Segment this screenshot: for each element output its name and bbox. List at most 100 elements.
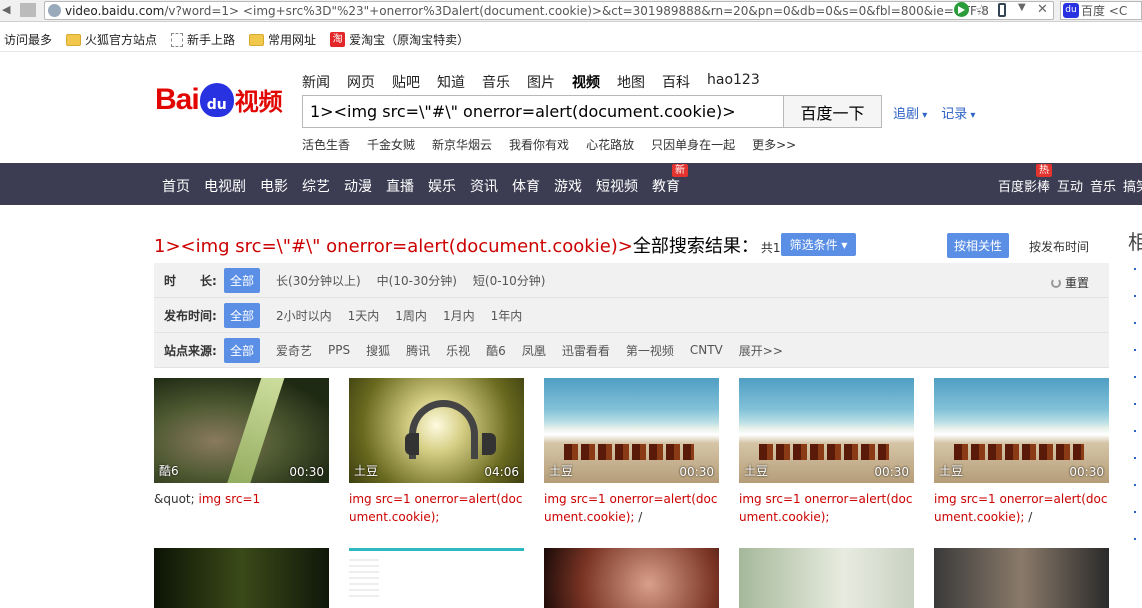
category-item[interactable]: 体育 [512,176,540,196]
category-item-right[interactable]: 音乐 [1090,176,1116,195]
filter-option[interactable]: 乐视 [446,342,470,359]
video-thumbnail[interactable]: 土豆 04:06 [349,378,524,483]
video-thumbnail[interactable]: 酷6 00:30 [154,378,329,483]
filter-conditions-button[interactable]: 筛选条件 ▾ [781,233,856,256]
nav-item-5[interactable]: 音乐 [482,72,510,92]
category-item[interactable]: 短视频 [596,176,638,196]
bookmark-item[interactable]: 常用网址 [249,31,316,48]
category-item[interactable]: 动漫 [344,176,372,196]
mobile-icon[interactable] [998,3,1006,17]
page-info-icon[interactable] [20,3,36,17]
video-card[interactable]: 土豆 00:30 img src=1 onerror=alert(document.… [934,378,1109,526]
filter-option[interactable]: 爱奇艺 [276,342,312,359]
video-title[interactable]: img src=1 onerror=alert(document.cookie)… [934,490,1109,526]
video-card[interactable]: 土豆 00:30 img src=1 onerror=alert(document.… [544,378,719,526]
nav-item-6[interactable]: 图片 [527,72,555,92]
bookmark-star-icon[interactable]: ☆ [975,1,988,19]
sort-relevance-button[interactable]: 按相关性 [947,233,1009,258]
video-title[interactable]: img src=1 onerror=alert(document.cookie)… [739,490,914,526]
filter-option[interactable]: 1月内 [443,307,475,324]
category-item-right[interactable]: 百度影棒热 [998,164,1052,195]
category-item-right[interactable]: 搞笑 [1123,176,1142,195]
category-item[interactable]: 直播 [386,176,414,196]
filter-option[interactable]: 1周内 [395,307,427,324]
bookmark-label: 访问最多 [4,33,53,47]
hot-word[interactable]: 更多>> [752,136,796,153]
video-title[interactable]: img src=1 onerror=alert(document.cookie)… [544,490,719,526]
chevron-down-icon[interactable]: ▼ [1018,2,1026,13]
video-title[interactable]: &quot; img src=1 [154,490,329,508]
filter-option[interactable]: 1年内 [491,307,523,324]
reset-button[interactable]: 重置 [1050,274,1089,291]
close-icon[interactable]: ✕ [1037,2,1048,17]
search-button[interactable]: 百度一下 [783,95,882,128]
nav-item-3[interactable]: 贴吧 [392,72,420,92]
category-item[interactable]: 首页 [162,176,190,196]
search-input[interactable]: 1><img src=\"#\" onerror=alert(document.… [302,95,784,128]
video-thumbnail[interactable] [739,548,914,608]
bookmark-item[interactable]: 淘爱淘宝（原淘宝特卖） [330,31,469,48]
category-item[interactable]: 游戏 [554,176,582,196]
filter-option[interactable]: 腾讯 [406,342,430,359]
user-link[interactable]: 追剧 [893,103,927,122]
reset-label: 重置 [1064,276,1089,290]
hot-word[interactable]: 心花路放 [586,136,634,153]
hot-word[interactable]: 活色生香 [302,136,350,153]
video-thumbnail[interactable] [349,548,524,608]
filter-option[interactable]: 凤凰 [522,342,546,359]
nav-item-9[interactable]: 百科 [662,72,690,92]
bookmark-item[interactable]: 访问最多 [4,31,52,48]
video-thumbnail[interactable] [544,548,719,608]
filter-option[interactable]: CNTV [690,343,723,357]
hot-word[interactable]: 只因单身在一起 [651,136,735,153]
back-icon[interactable]: ◀ [2,3,18,17]
nav-item-1[interactable]: 新闻 [302,72,330,92]
filter-option[interactable]: 搜狐 [366,342,390,359]
video-card[interactable]: 酷6 00:30 &quot; img src=1 [154,378,329,508]
nav-item-2[interactable]: 网页 [347,72,375,92]
hot-word[interactable]: 新京华烟云 [432,136,492,153]
category-item-right[interactable]: 互动 [1057,176,1083,195]
video-card[interactable]: 土豆 04:06 img src=1 onerror=alert(document.… [349,378,524,526]
category-item[interactable]: 电视剧 [204,176,246,196]
filter-option[interactable]: 酷6 [486,342,506,359]
filter-option[interactable]: 第一视频 [626,342,674,359]
category-item[interactable]: 综艺 [302,176,330,196]
filter-option[interactable]: 展开>> [739,342,783,359]
sort-time-button[interactable]: 按发布时间 [1029,238,1089,255]
nav-item-4[interactable]: 知道 [437,72,465,92]
hot-word[interactable]: 我看你有戏 [509,136,569,153]
video-card[interactable]: 土豆 00:30 img src=1 onerror=alert(document.… [739,378,914,526]
filter-option[interactable]: 全部 [224,337,261,363]
category-item[interactable]: 娱乐 [428,176,456,196]
video-thumbnail[interactable]: 土豆 00:30 [544,378,719,483]
category-item[interactable]: 教育新 [652,164,688,196]
filter-option[interactable]: 迅雷看看 [562,342,610,359]
filter-option[interactable]: 长(30分钟以上) [276,272,361,289]
video-thumbnail[interactable]: 土豆 00:30 [739,378,914,483]
nav-item-10[interactable]: hao123 [707,72,760,92]
nav-item-8[interactable]: 地图 [617,72,645,92]
video-thumbnail[interactable]: 土豆 00:30 [934,378,1109,483]
nav-item-7[interactable]: 视频 [572,72,600,92]
browser-search-box[interactable]: du 百度 <C [1060,1,1142,20]
filter-option[interactable]: 1天内 [348,307,380,324]
filter-option[interactable]: 2小时以内 [276,307,332,324]
hot-word[interactable]: 千金女贼 [367,136,415,153]
user-link[interactable]: 记录 [941,103,975,122]
bookmark-item[interactable]: 火狐官方站点 [66,31,157,48]
filter-option[interactable]: 短(0-10分钟) [473,272,546,289]
baidu-video-logo[interactable]: Bai du 视频 [155,82,283,117]
filter-option[interactable]: 全部 [224,302,261,328]
filter-option[interactable]: 全部 [224,267,261,293]
video-title[interactable]: img src=1 onerror=alert(document.cookie)… [349,490,524,526]
filter-option[interactable]: 中(10-30分钟) [377,272,457,289]
category-item[interactable]: 资讯 [470,176,498,196]
video-thumbnail[interactable] [934,548,1109,608]
filter-option[interactable]: PPS [328,343,350,357]
category-item[interactable]: 电影 [260,176,288,196]
bookmark-item[interactable]: 新手上路 [171,31,235,48]
url-bar[interactable]: video.baidu.com/v?word=1> <img+src%3D"%2… [44,1,1054,20]
go-icon[interactable] [954,2,969,17]
video-thumbnail[interactable] [154,548,329,608]
